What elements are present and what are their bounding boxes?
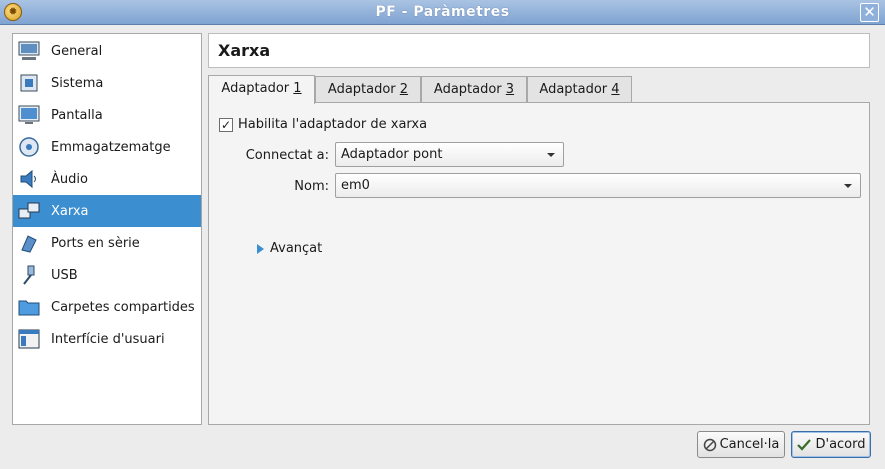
ok-button[interactable]: D'acord (791, 431, 871, 458)
settings-sidebar: General Sistema Pantalla Emmagatzematge … (12, 33, 202, 425)
sidebar-item-ports-serie[interactable]: Ports en sèrie (13, 227, 201, 259)
advanced-expander[interactable]: Avançat (257, 241, 322, 256)
checkmark-icon (796, 438, 812, 452)
folder-icon (17, 295, 41, 319)
page-header: Xarxa (208, 33, 870, 68)
usb-icon (17, 263, 41, 287)
sidebar-item-label: Sistema (51, 75, 104, 91)
tab-number: 4 (611, 82, 620, 97)
sidebar-item-label: Xarxa (51, 203, 89, 219)
tab-label: Adaptador (221, 81, 294, 96)
title-bar[interactable]: ✹ PF - Paràmetres ✕ (0, 0, 885, 25)
tab-adaptador-3[interactable]: Adaptador 3 (421, 76, 527, 103)
tab-label: Adaptador (433, 82, 506, 97)
sidebar-item-label: General (51, 43, 103, 59)
sidebar-item-usb[interactable]: USB (13, 259, 201, 291)
chip-icon (17, 71, 41, 95)
name-value: em0 (341, 178, 370, 193)
sidebar-item-label: Ports en sèrie (51, 235, 140, 251)
tab-number: 1 (293, 81, 302, 96)
window-icon (17, 327, 41, 351)
close-icon: ✕ (863, 3, 876, 21)
tab-label: Adaptador (539, 82, 612, 97)
monitor-icon (17, 39, 41, 63)
cancel-icon (703, 438, 717, 452)
expand-arrow-icon (257, 243, 264, 254)
display-icon (17, 103, 41, 127)
chevron-down-icon (547, 153, 555, 157)
attached-to-select[interactable]: Adaptador pont (335, 142, 564, 167)
window-title: PF - Paràmetres (375, 4, 510, 20)
tab-adaptador-1[interactable]: Adaptador 1 (208, 75, 315, 104)
sidebar-item-label: Pantalla (51, 107, 103, 123)
sidebar-item-interficie-usuari[interactable]: Interfície d'usuari (13, 323, 201, 355)
network-icon (17, 199, 41, 223)
sidebar-item-label: Interfície d'usuari (51, 331, 165, 347)
enable-adapter-checkbox[interactable]: ✓ (219, 117, 233, 132)
sidebar-item-label: Àudio (51, 171, 88, 187)
tab-adaptador-2[interactable]: Adaptador 2 (315, 76, 421, 103)
sidebar-item-sistema[interactable]: Sistema (13, 67, 201, 99)
sidebar-item-xarxa[interactable]: Xarxa (13, 195, 201, 227)
disk-icon (17, 135, 41, 159)
sidebar-item-label: USB (51, 267, 78, 283)
sidebar-item-audio[interactable]: Àudio (13, 163, 201, 195)
name-label: Nom: (294, 179, 329, 194)
chevron-down-icon (844, 184, 852, 188)
close-button[interactable]: ✕ (860, 3, 879, 22)
tab-label: Adaptador (327, 82, 400, 97)
sidebar-item-label: Carpetes compartides (51, 299, 195, 315)
tab-number: 2 (399, 82, 409, 97)
serial-port-icon (17, 231, 41, 255)
enable-adapter-label: Habilita l'adaptador de xarxa (238, 117, 428, 132)
enable-adapter-row[interactable]: ✓ Habilita l'adaptador de xarxa (219, 117, 427, 132)
sidebar-item-label: Emmagatzematge (51, 139, 171, 155)
cancel-button[interactable]: Cancel·la (697, 431, 785, 458)
sidebar-item-carpetes-compartides[interactable]: Carpetes compartides (13, 291, 201, 323)
adapter-panel: ✓ Habilita l'adaptador de xarxa Connecta… (208, 102, 870, 425)
settings-page: Xarxa Adaptador 1 Adaptador 2 Adaptador … (208, 33, 870, 425)
advanced-label: Avançat (270, 241, 323, 256)
sidebar-item-emmagatzematge[interactable]: Emmagatzematge (13, 131, 201, 163)
ok-label: D'acord (815, 437, 866, 452)
attached-to-value: Adaptador pont (341, 147, 443, 162)
sidebar-item-general[interactable]: General (13, 35, 201, 67)
name-select[interactable]: em0 (335, 173, 861, 198)
attached-to-label: Connectat a: (245, 148, 329, 163)
speaker-icon (17, 167, 41, 191)
sidebar-item-pantalla[interactable]: Pantalla (13, 99, 201, 131)
page-title: Xarxa (218, 41, 271, 60)
tab-adaptador-4[interactable]: Adaptador 4 (527, 76, 632, 103)
cancel-label: Cancel·la (719, 437, 780, 452)
tab-number: 3 (505, 82, 515, 97)
